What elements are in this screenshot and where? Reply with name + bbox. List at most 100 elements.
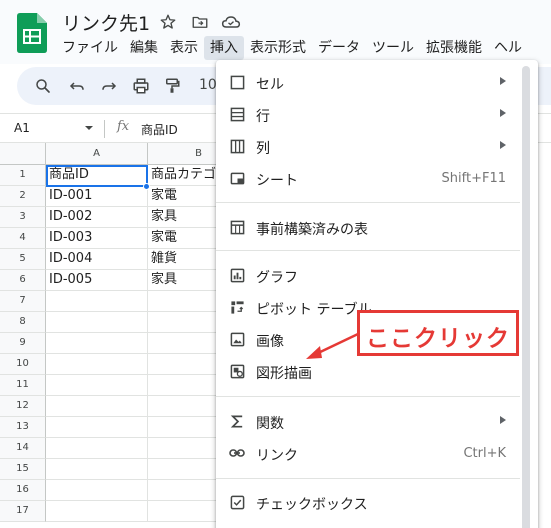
grid-cell[interactable]: ID-005 bbox=[46, 270, 148, 291]
insert-menu-dropdown: セル 行 列 シート Shift+F11 事前構築済みの表 グラフ ピボット テ… bbox=[216, 60, 538, 528]
formula-input[interactable]: 商品ID bbox=[141, 121, 178, 138]
pivot-icon bbox=[228, 298, 246, 316]
redo-icon[interactable] bbox=[97, 74, 121, 98]
fill-handle[interactable] bbox=[143, 183, 150, 190]
row-header[interactable]: 16 bbox=[0, 480, 46, 501]
shortcut-label: Ctrl+K bbox=[463, 446, 506, 461]
cell-icon bbox=[228, 73, 246, 91]
menu-label: 行 bbox=[256, 109, 270, 125]
star-icon[interactable] bbox=[157, 11, 179, 33]
sheets-logo-icon[interactable] bbox=[17, 13, 47, 53]
row-header[interactable]: 17 bbox=[0, 501, 46, 522]
menu-insert-link[interactable]: リンク Ctrl+K bbox=[216, 438, 520, 468]
menu-label: 画像 bbox=[256, 334, 284, 350]
menu-label: ピボット テーブル bbox=[256, 302, 372, 318]
paint-format-icon[interactable] bbox=[160, 74, 184, 98]
menu-label: 図形描画 bbox=[256, 366, 312, 382]
document-title[interactable]: リンク先1 bbox=[62, 9, 150, 36]
search-icon[interactable] bbox=[31, 74, 55, 98]
menu-label: 関数 bbox=[256, 416, 284, 432]
menu-separator bbox=[216, 250, 520, 251]
row-header[interactable]: 6 bbox=[0, 270, 46, 291]
cloud-status-icon[interactable] bbox=[220, 11, 242, 33]
menu-insert[interactable]: 挿入 bbox=[204, 36, 244, 60]
chart-icon bbox=[228, 266, 246, 284]
grid-cell[interactable] bbox=[46, 354, 148, 375]
row-header[interactable]: 4 bbox=[0, 228, 46, 249]
annotation-callout: ここクリック bbox=[357, 310, 519, 356]
grid-cell[interactable] bbox=[46, 375, 148, 396]
image-icon bbox=[228, 330, 246, 348]
caret-down-icon[interactable] bbox=[84, 123, 94, 133]
submenu-arrow-icon bbox=[500, 141, 506, 149]
grid-cell[interactable] bbox=[46, 438, 148, 459]
shortcut-label: Shift+F11 bbox=[441, 171, 506, 186]
row-header[interactable]: 8 bbox=[0, 312, 46, 333]
row-header[interactable]: 1 bbox=[0, 165, 46, 186]
title-bar: リンク先1 ファイル 編集 表示 挿入 表示形式 データ ツール 拡張機能 ヘル bbox=[0, 0, 551, 64]
menu-insert-prebuilt-table[interactable]: 事前構築済みの表 bbox=[216, 212, 520, 242]
submenu-arrow-icon bbox=[500, 77, 506, 85]
grid-cell[interactable] bbox=[46, 396, 148, 417]
grid-cell[interactable]: ID-002 bbox=[46, 207, 148, 228]
menu-label: シート bbox=[256, 173, 298, 189]
menu-label: グラフ bbox=[256, 270, 298, 286]
menu-file[interactable]: ファイル bbox=[56, 36, 124, 60]
grid-cell[interactable] bbox=[46, 291, 148, 312]
grid-cell[interactable] bbox=[46, 312, 148, 333]
menu-insert-checkbox[interactable]: チェックボックス bbox=[216, 487, 520, 517]
menu-tools[interactable]: ツール bbox=[366, 36, 420, 60]
move-folder-icon[interactable] bbox=[189, 11, 211, 33]
link-icon bbox=[228, 444, 246, 462]
menu-data[interactable]: データ bbox=[312, 36, 366, 60]
submenu-arrow-icon bbox=[500, 416, 506, 424]
menu-insert-drawing[interactable]: 図形描画 bbox=[216, 356, 520, 386]
menu-insert-sheet[interactable]: シート Shift+F11 bbox=[216, 163, 520, 193]
column-header-a[interactable]: A bbox=[46, 143, 148, 165]
menu-insert-function[interactable]: 関数 bbox=[216, 406, 520, 436]
undo-icon[interactable] bbox=[65, 74, 89, 98]
menu-label: リンク bbox=[256, 448, 298, 464]
divider bbox=[104, 120, 105, 138]
menu-insert-rows[interactable]: 行 bbox=[216, 99, 520, 129]
menu-insert-columns[interactable]: 列 bbox=[216, 131, 520, 161]
menu-help[interactable]: ヘル bbox=[488, 36, 528, 60]
row-header[interactable]: 15 bbox=[0, 459, 46, 480]
columns-icon bbox=[228, 137, 246, 155]
print-icon[interactable] bbox=[129, 74, 153, 98]
annotation-text: ここクリック bbox=[366, 326, 510, 352]
row-header[interactable]: 3 bbox=[0, 207, 46, 228]
grid-cell[interactable]: ID-001 bbox=[46, 186, 148, 207]
menu-scrollbar[interactable] bbox=[522, 66, 530, 528]
menu-bar: ファイル 編集 表示 挿入 表示形式 データ ツール 拡張機能 ヘル bbox=[56, 36, 528, 60]
menu-separator bbox=[216, 478, 520, 479]
row-header[interactable]: 13 bbox=[0, 417, 46, 438]
row-header[interactable]: 10 bbox=[0, 354, 46, 375]
row-header[interactable]: 12 bbox=[0, 396, 46, 417]
grid-cell[interactable] bbox=[46, 480, 148, 501]
menu-edit[interactable]: 編集 bbox=[124, 36, 164, 60]
select-all-corner[interactable] bbox=[0, 143, 46, 165]
menu-extensions[interactable]: 拡張機能 bbox=[420, 36, 488, 60]
row-header[interactable]: 5 bbox=[0, 249, 46, 270]
grid-cell[interactable]: ID-003 bbox=[46, 228, 148, 249]
row-header[interactable]: 14 bbox=[0, 438, 46, 459]
menu-insert-cells[interactable]: セル bbox=[216, 67, 520, 97]
menu-view[interactable]: 表示 bbox=[164, 36, 204, 60]
row-header[interactable]: 7 bbox=[0, 291, 46, 312]
name-box[interactable]: A1 bbox=[14, 121, 30, 135]
grid-cell[interactable]: 商品ID bbox=[46, 165, 148, 186]
row-header[interactable]: 2 bbox=[0, 186, 46, 207]
menu-insert-chart[interactable]: グラフ bbox=[216, 260, 520, 290]
annotation-arrow-icon bbox=[306, 332, 359, 359]
row-header[interactable]: 9 bbox=[0, 333, 46, 354]
row-header[interactable]: 11 bbox=[0, 375, 46, 396]
grid-cell[interactable] bbox=[46, 333, 148, 354]
grid-cell[interactable] bbox=[46, 459, 148, 480]
menu-label: 事前構築済みの表 bbox=[256, 222, 368, 238]
grid-cell[interactable] bbox=[46, 501, 148, 522]
menu-format[interactable]: 表示形式 bbox=[244, 36, 312, 60]
menu-label: チェックボックス bbox=[256, 497, 368, 513]
grid-cell[interactable] bbox=[46, 417, 148, 438]
grid-cell[interactable]: ID-004 bbox=[46, 249, 148, 270]
